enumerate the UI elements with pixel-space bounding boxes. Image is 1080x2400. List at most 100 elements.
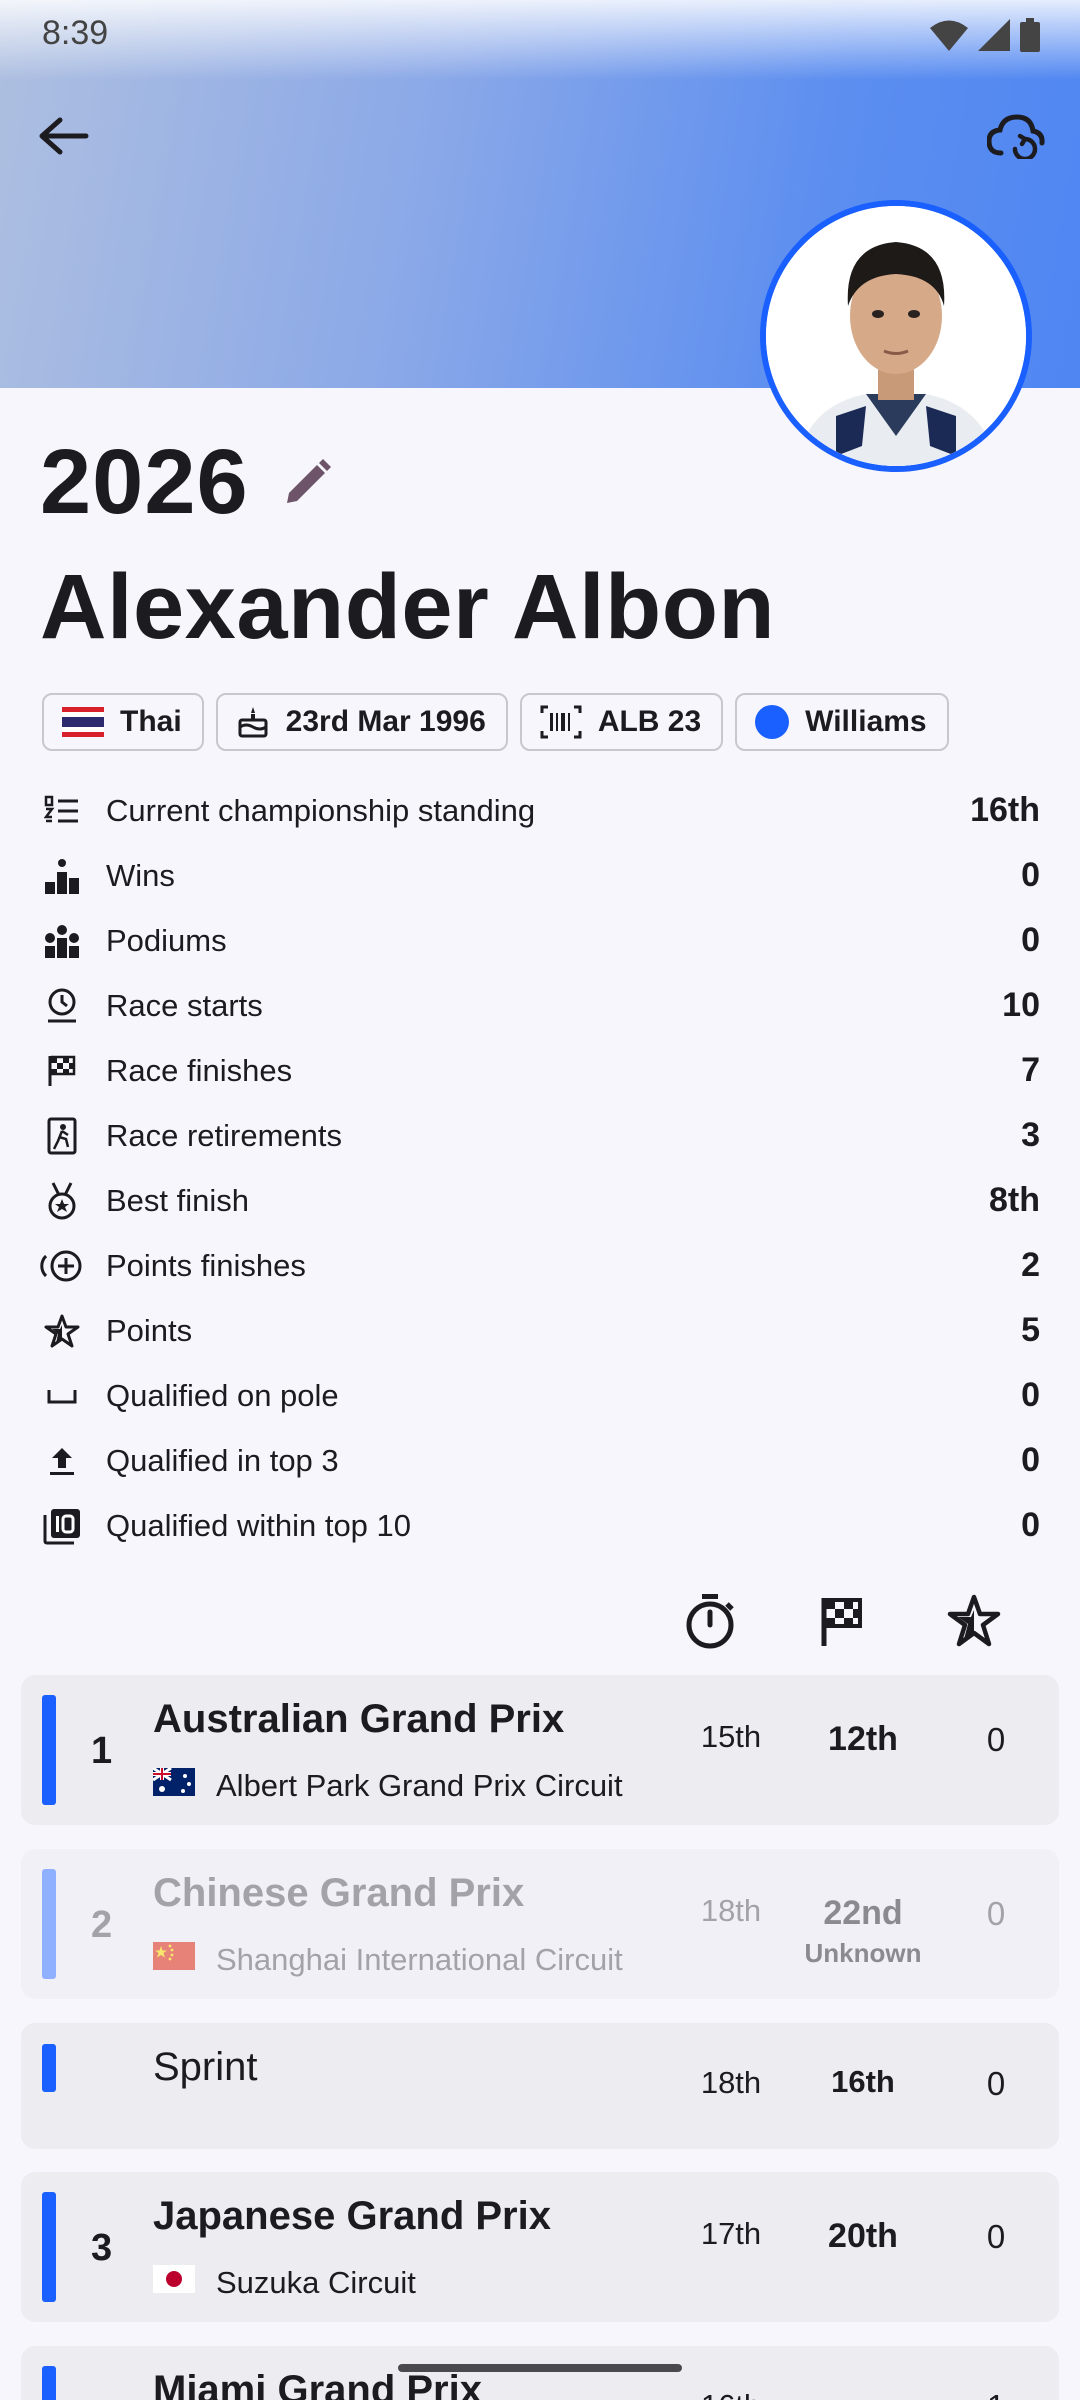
timer-start-icon [40, 984, 84, 1028]
wifi-icon [930, 20, 968, 51]
top-10-icon [40, 1504, 84, 1548]
stat-value: 7 [1021, 1051, 1040, 1089]
medal-icon [40, 1179, 84, 1223]
race-color-bar [42, 1695, 56, 1805]
race-color-bar [42, 1869, 56, 1979]
stat-qualified-pole: Qualified on pole 0 [40, 1363, 1040, 1428]
driver-avatar [760, 200, 1032, 472]
race-circuit: Suzuka Circuit [216, 2265, 416, 2300]
race-name: Chinese Grand Prix [153, 1871, 525, 1915]
race-row-china[interactable]: 2 Chinese Grand Prix Shanghai Internatio… [21, 1849, 1059, 1999]
stat-value: 8th [989, 1181, 1040, 1219]
pole-icon [40, 1374, 84, 1418]
season-row: 2026 [40, 430, 335, 535]
podium-icon [40, 854, 84, 898]
stat-label: Current championship standing [106, 792, 536, 828]
list-numbered-icon [40, 789, 84, 833]
race-row-australia[interactable]: 1 Australian Grand Prix Albert Park Gran… [21, 1675, 1059, 1825]
stat-label: Race finishes [106, 1052, 293, 1088]
stat-race-finishes: Race finishes 7 [40, 1038, 1040, 1103]
race-grid-position: 17th [700, 2216, 762, 2251]
race-round: 1 [91, 1730, 113, 1772]
cloud-sync-icon [987, 114, 1045, 159]
stat-label: Points finishes [106, 1247, 306, 1283]
stat-wins: Wins 0 [40, 843, 1040, 908]
driver-name: Alexander Albon [40, 556, 776, 658]
stat-value: 2 [1021, 1246, 1040, 1284]
stat-value: 5 [1021, 1311, 1040, 1349]
stat-race-starts: Race starts 10 [40, 973, 1040, 1038]
stat-label: Race retirements [106, 1117, 343, 1153]
birthday-cake-icon [238, 707, 268, 738]
race-circuit: Shanghai International Circuit [216, 1942, 623, 1977]
birthdate-chip[interactable]: 23rd Mar 1996 [215, 693, 508, 751]
race-result: 22nd [823, 1894, 903, 1932]
race-row-miami[interactable]: Miami Grand Prix 16th 1 [21, 2346, 1059, 2400]
stat-best-finish: Best finish 8th [40, 1168, 1040, 1233]
checkered-flag-icon [40, 1049, 84, 1093]
race-row-japan[interactable]: 3 Japanese Grand Prix Suzuka Circuit 17t… [21, 2172, 1059, 2322]
signal-icon [978, 19, 1010, 51]
status-time: 8:39 [42, 14, 109, 52]
back-button[interactable] [24, 96, 104, 176]
sync-button[interactable] [976, 96, 1056, 176]
chip-label: Thai [120, 705, 182, 738]
stat-points-finishes: Points finishes 2 [40, 1233, 1040, 1298]
race-color-bar [42, 2192, 56, 2302]
race-round: 2 [91, 1904, 113, 1946]
race-result: 20th [828, 2217, 898, 2255]
battery-icon [1020, 18, 1040, 52]
stats-list: Current championship standing 16th Wins … [40, 778, 1040, 1558]
exit-icon [40, 1114, 84, 1158]
celebration-icon [40, 919, 84, 963]
stat-label: Best finish [106, 1182, 250, 1218]
stat-qualified-top10: Qualified within top 10 0 [40, 1493, 1040, 1558]
race-grid-position: 18th [700, 1893, 762, 1928]
race-color-bar [42, 2044, 56, 2092]
nationality-chip[interactable]: Thai [42, 693, 204, 751]
arrow-left-icon [39, 117, 89, 155]
race-grid-position: 15th [700, 1719, 762, 1754]
race-points: 0 [986, 1721, 1006, 1758]
upload-icon [40, 1439, 84, 1483]
race-name: Japanese Grand Prix [153, 2194, 551, 2238]
driver-number-chip[interactable]: ALB 23 [519, 693, 724, 751]
australia-flag-icon [153, 1768, 195, 1796]
race-result: 16th [831, 2064, 895, 2099]
stat-label: Race starts [106, 987, 263, 1023]
status-icons [930, 18, 1040, 52]
stat-value: 0 [1021, 856, 1040, 894]
stat-label: Podiums [106, 922, 227, 958]
race-row-sprint[interactable]: Sprint 18th 16th 0 [21, 2023, 1059, 2149]
china-flag-icon [153, 1942, 195, 1970]
team-color-dot [755, 705, 790, 739]
star-icon [40, 1309, 84, 1353]
race-points: 0 [986, 1895, 1006, 1932]
stat-value: 3 [1021, 1116, 1040, 1154]
gesture-home-bar[interactable] [398, 2364, 682, 2372]
stat-label: Qualified within top 10 [106, 1507, 412, 1543]
stat-championship-standing: Current championship standing 16th [40, 778, 1040, 843]
stat-value: 0 [1021, 921, 1040, 959]
race-name: Australian Grand Prix [153, 1697, 565, 1741]
stat-points: Points 5 [40, 1298, 1040, 1363]
add-points-icon [40, 1244, 84, 1288]
season-year: 2026 [40, 431, 249, 533]
chip-label: ALB 23 [597, 705, 702, 738]
race-grid-position: 18th [700, 2065, 762, 2100]
stat-podiums: Podiums 0 [40, 908, 1040, 973]
race-points: 0 [986, 2065, 1006, 2102]
race-points: 1 [946, 2388, 1046, 2400]
race-points: 0 [986, 2218, 1006, 2255]
race-round: 3 [91, 2227, 113, 2269]
stat-value: 16th [970, 791, 1040, 829]
pencil-icon [286, 458, 331, 503]
stat-label: Points [106, 1312, 193, 1348]
stat-label: Qualified in top 3 [106, 1442, 339, 1478]
driver-photo [766, 206, 1026, 466]
chip-label: Williams [805, 705, 927, 738]
team-chip[interactable]: Williams [735, 693, 949, 751]
driver-chips: Thai 23rd Mar 1996 ALB 23 Williams [42, 693, 949, 751]
japan-flag-icon [153, 2265, 195, 2293]
edit-season-button[interactable] [279, 455, 335, 511]
